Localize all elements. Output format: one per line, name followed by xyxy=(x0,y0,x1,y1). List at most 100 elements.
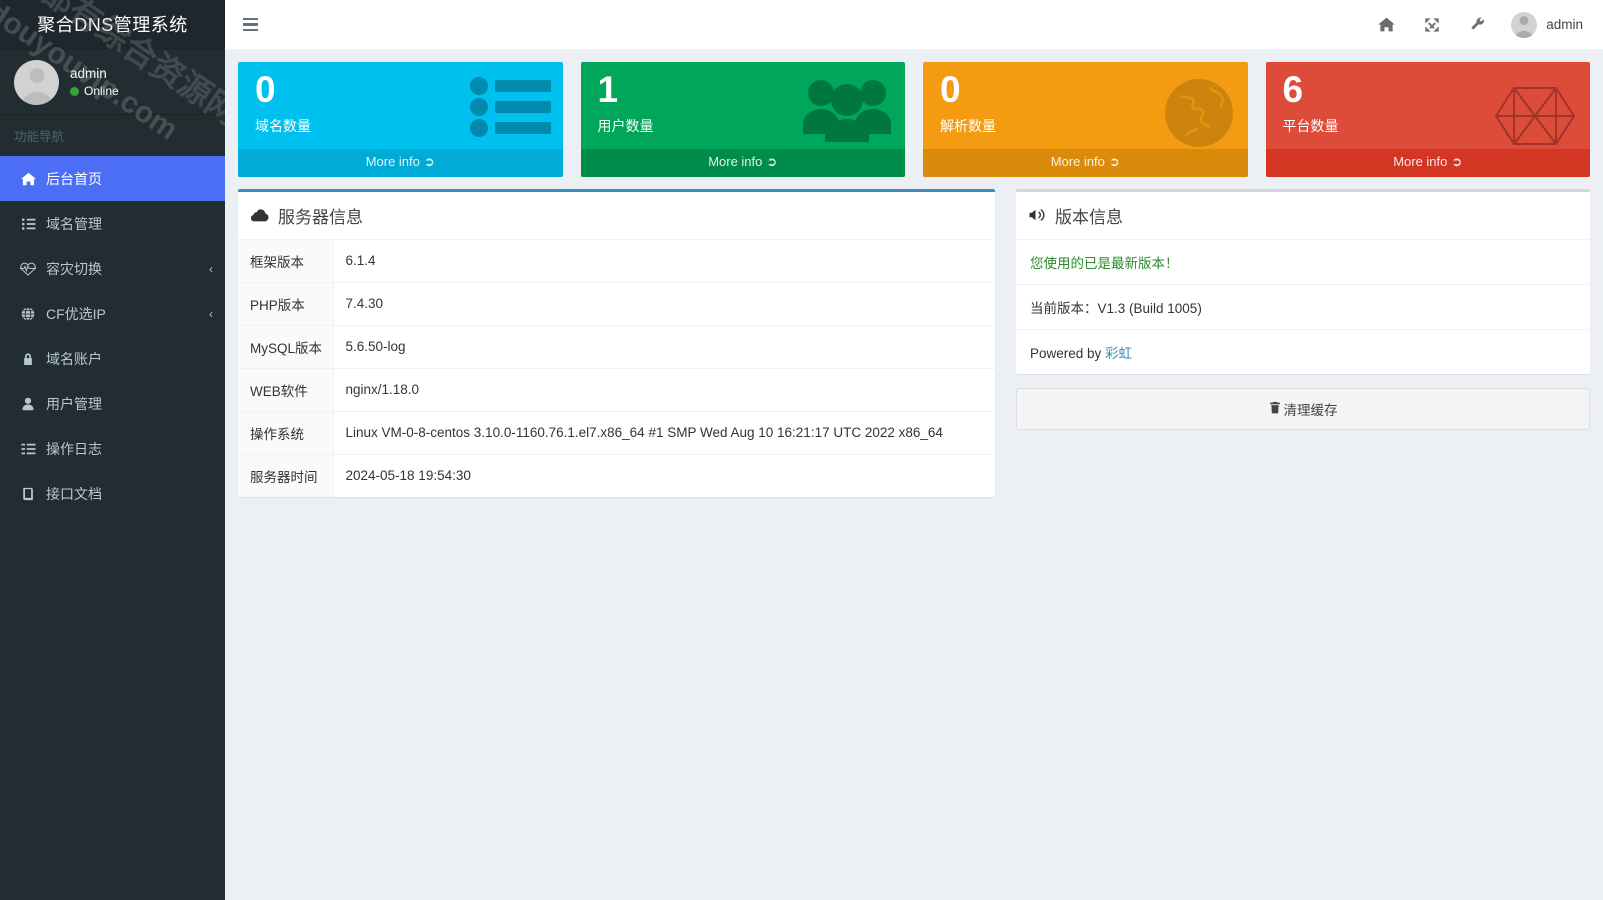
server-info-column: 服务器信息 框架版本 6.1.4 PHP版本 7.4.30 MySQL版本 5.6.50-… xyxy=(238,188,995,497)
clear-cache-label: 清理缓存 xyxy=(1283,402,1338,418)
sidebar-user-panel: admin Online xyxy=(0,50,225,115)
sidebar-user-status-label: Online xyxy=(84,84,119,99)
sidebar-item-7[interactable]: 操作日志 xyxy=(0,426,225,471)
server-info-value: 2024-05-18 19:54:30 xyxy=(345,468,471,484)
sidebar-toggle-button[interactable] xyxy=(239,12,262,38)
top-navbar: admin xyxy=(225,0,1603,50)
table-row: WEB软件 nginx/1.18.0 xyxy=(238,368,995,412)
server-info-value: 7.4.30 xyxy=(345,296,384,312)
sidebar-user-name: admin xyxy=(70,65,107,81)
stat-value: 0 xyxy=(255,69,276,110)
server-info-value: Linux VM-0-8-centos 3.10.0-1160.76.1.el7… xyxy=(345,425,943,441)
sidebar-item-6[interactable]: 用户管理 xyxy=(0,381,225,426)
version-status-text: 您使用的已是最新版本！ xyxy=(1030,255,1179,271)
sidebar-nav: 后台首页 域名管理 容灾切换 ‹ CF优选IP ‹ 域名账户 用户管理 操作日志 接口文档 xyxy=(0,156,225,516)
sidebar-item-link[interactable]: 操作日志 xyxy=(0,426,225,471)
stat-value: 1 xyxy=(597,69,619,110)
sidebar-item-link[interactable]: 域名账户 xyxy=(0,336,225,381)
stat-more-link[interactable]: More info ➲ xyxy=(238,148,563,177)
stat-more-label: More info xyxy=(1050,153,1105,169)
sidebar-item-label: 容灾切换 xyxy=(46,260,102,277)
stat-label: 平台数量 xyxy=(1282,117,1339,134)
server-info-table: 框架版本 6.1.4 PHP版本 7.4.30 MySQL版本 5.6.50-log WEB… xyxy=(238,239,995,497)
powered-by-label: Powered by xyxy=(1030,345,1106,361)
expand-icon[interactable] xyxy=(1409,0,1455,50)
server-info-title: 服务器信息 xyxy=(278,207,363,227)
sidebar-item-link[interactable]: 容灾切换 ‹ xyxy=(0,246,225,291)
server-info-key: 框架版本 xyxy=(238,239,334,283)
topbar-user-menu[interactable]: admin xyxy=(1501,0,1587,50)
stat-more-label: More info xyxy=(708,153,763,169)
stat-box-1[interactable]: 0 域名数量 More info ➲ xyxy=(238,62,563,177)
stat-value: 0 xyxy=(940,69,961,110)
table-row: PHP版本 7.4.30 xyxy=(238,282,995,326)
sidebar-item-2[interactable]: 域名管理 xyxy=(0,201,225,246)
app-logo[interactable]: 聚合DNS管理系统 xyxy=(0,0,225,50)
sidebar-item-5[interactable]: 域名账户 xyxy=(0,336,225,381)
sidebar-item-link[interactable]: 接口文档 xyxy=(0,471,225,516)
server-info-header: 服务器信息 xyxy=(238,192,995,240)
sidebar-item-3[interactable]: 容灾切换 ‹ xyxy=(0,246,225,291)
powered-by-link[interactable]: 彩虹 xyxy=(1105,346,1132,361)
stat-box-4[interactable]: 6 平台数量 More info ➲ xyxy=(1265,62,1590,177)
sidebar-item-label: 接口文档 xyxy=(46,485,102,502)
server-info-key: WEB软件 xyxy=(238,368,334,412)
nav-section-header: 功能导航 xyxy=(0,115,225,156)
topbar-actions: admin xyxy=(1363,0,1587,50)
sidebar-item-link[interactable]: 域名管理 xyxy=(0,201,225,246)
stat-box-3[interactable]: 0 解析数量 More info ➲ xyxy=(923,62,1248,177)
panels-row: 服务器信息 框架版本 6.1.4 PHP版本 7.4.30 MySQL版本 5.6.50-… xyxy=(238,188,1590,497)
stat-more-link[interactable]: More info ➲ xyxy=(580,148,905,177)
server-info-value: 5.6.50-log xyxy=(345,339,406,355)
list-ul-icon xyxy=(17,217,39,231)
version-info-column: 版本信息 您使用的已是最新版本！ 当前版本：V1.3 (Build 1005) … xyxy=(1016,188,1590,497)
sidebar-item-link[interactable]: 用户管理 xyxy=(0,381,225,426)
heartbeat-icon xyxy=(17,262,39,276)
book-icon xyxy=(17,487,39,501)
sidebar-item-label: 域名管理 xyxy=(46,215,102,232)
sidebar-item-link[interactable]: 后台首页 xyxy=(0,156,225,201)
cloud-icon xyxy=(250,208,269,222)
sidebar-item-1[interactable]: 后台首页 xyxy=(0,156,225,201)
table-row: 服务器时间 2024-05-18 19:54:30 xyxy=(238,454,995,497)
server-info-value: nginx/1.18.0 xyxy=(345,382,420,398)
sidebar-item-label: 用户管理 xyxy=(46,395,102,412)
avatar xyxy=(1511,11,1538,38)
online-dot-icon xyxy=(70,87,79,97)
avatar xyxy=(14,59,59,105)
stat-label: 域名数量 xyxy=(255,117,311,134)
topbar-user-name: admin xyxy=(1546,17,1583,32)
stat-box-2[interactable]: 1 用户数量 More info ➲ xyxy=(580,62,905,177)
trash-icon xyxy=(1269,401,1281,417)
home-icon xyxy=(17,172,39,186)
bars-icon-line xyxy=(243,28,258,32)
sidebar-item-8[interactable]: 接口文档 xyxy=(0,471,225,516)
chevron-left-icon: ‹ xyxy=(209,306,213,321)
wrench-icon[interactable] xyxy=(1455,0,1501,50)
arrow-circle-right-icon: ➲ xyxy=(766,153,778,169)
table-row: 框架版本 6.1.4 xyxy=(238,239,995,283)
arrow-circle-right-icon: ➲ xyxy=(423,153,435,169)
clear-cache-button[interactable]: 清理缓存 xyxy=(1016,387,1590,430)
stat-more-link[interactable]: More info ➲ xyxy=(923,148,1248,177)
server-info-key: 操作系统 xyxy=(238,411,334,455)
stat-more-link[interactable]: More info ➲ xyxy=(1265,148,1590,177)
current-version-row: 当前版本：V1.3 (Build 1005) xyxy=(1016,285,1590,330)
sidebar-item-4[interactable]: CF优选IP ‹ xyxy=(0,291,225,336)
stat-more-label: More info xyxy=(1393,153,1448,169)
sidebar-item-label: 域名账户 xyxy=(46,350,102,367)
list-icon xyxy=(17,442,39,456)
bars-icon-line xyxy=(243,23,258,26)
sidebar-user-status: Online xyxy=(70,83,119,100)
table-row: 操作系统 Linux VM-0-8-centos 3.10.0-1160.76.1… xyxy=(238,411,995,455)
stat-label: 用户数量 xyxy=(597,117,654,134)
globe-icon xyxy=(17,306,39,321)
sidebar-item-link[interactable]: CF优选IP ‹ xyxy=(0,291,225,336)
sidebar: 聚合DNS管理系统 admin Online 功能导航 后台首页域名管理容灾切换… xyxy=(0,0,225,900)
chevron-left-icon: ‹ xyxy=(209,261,213,276)
user-icon xyxy=(17,397,39,411)
server-info-value: 6.1.4 xyxy=(345,253,376,269)
home-icon[interactable] xyxy=(1363,0,1409,50)
main-area: admin 0 域名数量 More info ➲ 1 用户数量 More info ➲ 0 解析数… xyxy=(225,0,1603,900)
server-info-key: MySQL版本 xyxy=(238,325,334,369)
